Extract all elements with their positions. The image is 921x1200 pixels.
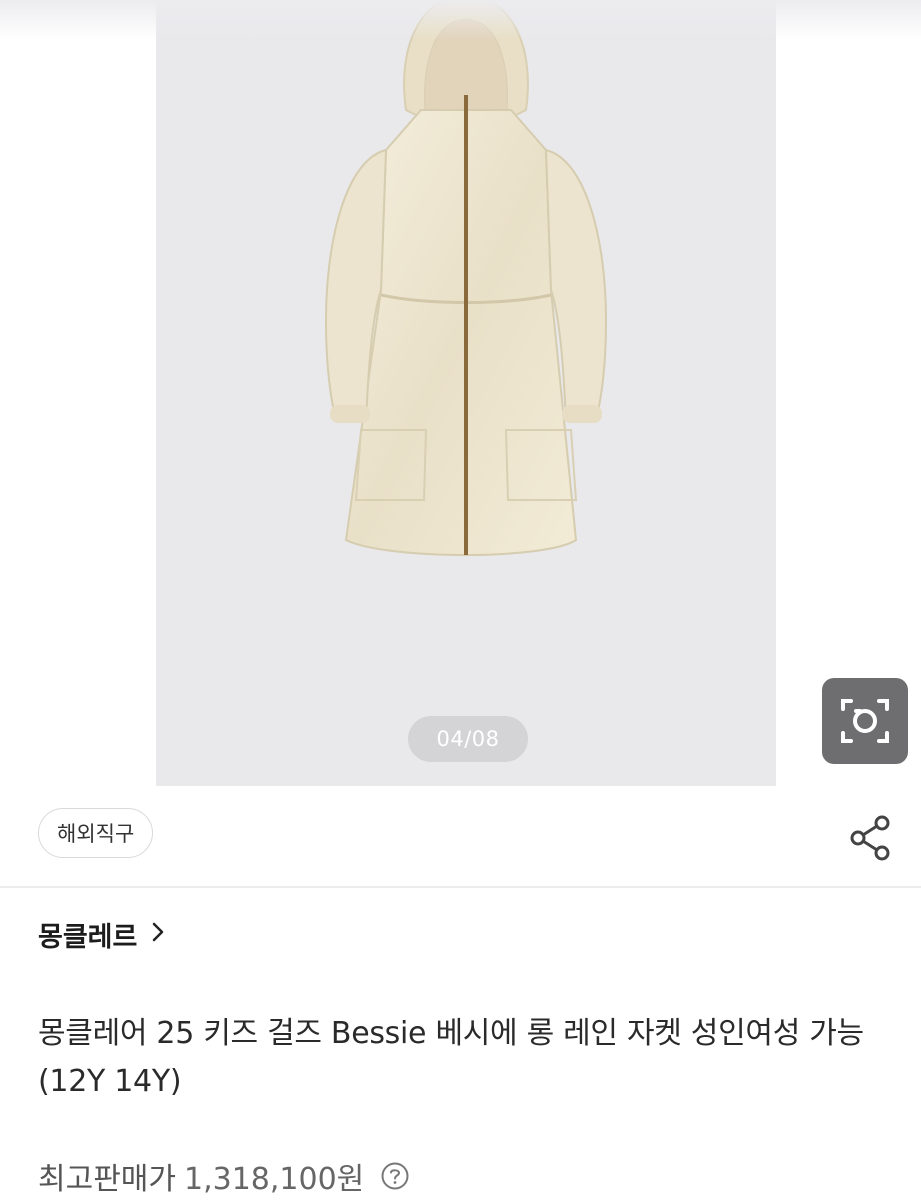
top-fade bbox=[0, 0, 921, 40]
price-row: 최고판매가 1,318,100원 bbox=[38, 1148, 410, 1200]
question-circle-icon[interactable] bbox=[380, 1161, 410, 1191]
share-icon bbox=[850, 815, 890, 861]
image-counter: 04/08 bbox=[408, 716, 528, 762]
product-image-gallery[interactable]: 04/08 bbox=[156, 0, 776, 786]
price-value: 1,318,100원 bbox=[184, 1162, 365, 1197]
chevron-right-icon bbox=[151, 919, 165, 950]
camera-lens-button[interactable] bbox=[822, 678, 908, 764]
brand-link[interactable]: 몽클레르 bbox=[38, 910, 165, 958]
overseas-purchase-badge: 해외직구 bbox=[38, 808, 154, 858]
product-title: 몽클레어 25 키즈 걸즈 Bessie 베시에 롱 레인 자켓 성인여성 가능… bbox=[38, 1016, 864, 1099]
price-label: 최고판매가 bbox=[38, 1162, 176, 1197]
camera-lens-icon bbox=[841, 699, 889, 743]
brand-name: 몽클레르 bbox=[38, 921, 138, 953]
share-button[interactable] bbox=[842, 810, 898, 866]
product-image bbox=[324, 0, 608, 556]
section-divider bbox=[0, 886, 921, 888]
product-detail-page: 04/08 해외직구 몽클레르 몽클레어 25 키즈 걸즈 Bessie 베시에… bbox=[0, 0, 921, 1200]
